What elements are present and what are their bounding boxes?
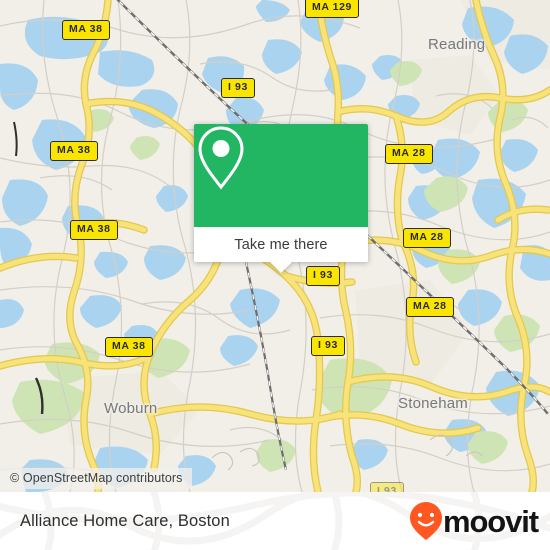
road-shield-ma38-d: MA 38 (105, 337, 153, 357)
location-pin-icon (198, 126, 244, 190)
map-canvas[interactable]: Reading Woburn Stoneham MA 38 MA 129 I 9… (0, 0, 550, 492)
road-shield-ma129: MA 129 (305, 0, 359, 18)
road-shield-ma28-b: MA 28 (403, 228, 451, 248)
map-attribution[interactable]: © OpenStreetMap contributors (0, 468, 192, 489)
road-shield-i93-b: I 93 (306, 266, 340, 286)
road-shield-i93-d: I 93 (370, 482, 404, 492)
road-shield-i93-a: I 93 (221, 78, 255, 98)
take-me-there-label: Take me there (234, 236, 328, 253)
page-footer: Alliance Home Care, Boston moovit (0, 492, 550, 550)
moovit-logo[interactable]: moovit (409, 501, 539, 541)
road-shield-ma28-a: MA 28 (385, 144, 433, 164)
place-label-woburn: Woburn (104, 400, 158, 417)
place-label-stoneham: Stoneham (398, 395, 468, 412)
popup-image-area (194, 124, 368, 227)
road-shield-i93-c: I 93 (311, 336, 345, 356)
moovit-smiley-pin-icon (409, 502, 442, 540)
location-popup-card[interactable]: Take me there (194, 124, 368, 273)
moovit-wordmark: moovit (442, 503, 539, 539)
location-title: Alliance Home Care, Boston (20, 511, 230, 530)
road-shield-ma38-b: MA 38 (50, 141, 98, 161)
road-shield-ma38-c: MA 38 (70, 220, 118, 240)
popup-action-bar[interactable]: Take me there (194, 227, 368, 262)
map-screenshot: Reading Woburn Stoneham MA 38 MA 129 I 9… (0, 0, 550, 550)
popup-pointer-tail (270, 262, 292, 273)
place-label-reading: Reading (428, 36, 486, 53)
road-shield-ma28-c: MA 28 (406, 297, 454, 317)
road-shield-ma38-a: MA 38 (62, 20, 110, 40)
